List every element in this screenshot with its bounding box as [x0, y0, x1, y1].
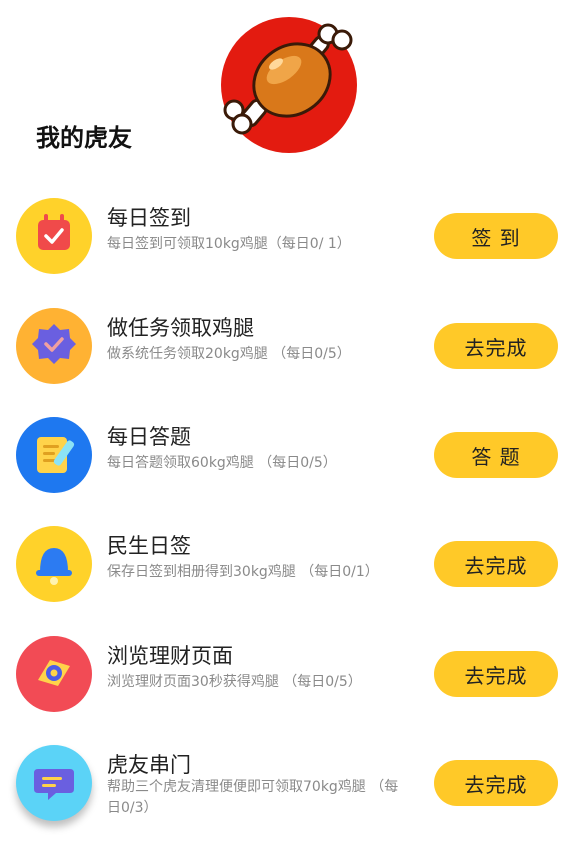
task-description: 帮助三个虎友清理便便即可领取70kg鸡腿 （每日0/3）: [107, 779, 399, 816]
badge-check-icon: [16, 308, 92, 384]
task-description: 保存日签到相册得到30kg鸡腿 （每日0/1）: [107, 564, 379, 580]
task-description: 浏览理财页面30秒获得鸡腿 （每日0/5）: [107, 674, 362, 690]
task-row: 浏览理财页面 浏览理财页面30秒获得鸡腿 （每日0/5） 去完成: [0, 636, 586, 736]
quiz-edit-icon: [16, 417, 92, 493]
sign-in-button[interactable]: 签 到: [434, 213, 558, 259]
go-complete-button[interactable]: 去完成: [434, 541, 558, 587]
header: 我的虎友: [0, 0, 586, 170]
task-title: 虎友串门: [107, 753, 191, 777]
drumstick-logo: [221, 17, 357, 153]
go-complete-button[interactable]: 去完成: [434, 323, 558, 369]
task-description: 每日答题领取60kg鸡腿 （每日0/5）: [107, 455, 337, 471]
task-row: 做任务领取鸡腿 做系统任务领取20kg鸡腿 （每日0/5） 去完成: [0, 308, 586, 408]
task-title: 每日签到: [107, 206, 191, 230]
task-title: 每日答题: [107, 425, 191, 449]
task-row: 虎友串门 帮助三个虎友清理便便即可领取70kg鸡腿 （每日0/3） 去完成: [0, 745, 586, 845]
bell-icon: [16, 526, 92, 602]
page-title: 我的虎友: [36, 124, 132, 152]
task-title: 浏览理财页面: [107, 644, 233, 668]
task-description: 做系统任务领取20kg鸡腿 （每日0/5）: [107, 346, 351, 362]
task-title: 民生日签: [107, 534, 191, 558]
go-complete-button[interactable]: 去完成: [434, 651, 558, 697]
task-title: 做任务领取鸡腿: [107, 316, 254, 340]
calendar-check-icon: [16, 198, 92, 274]
chat-icon: [16, 745, 92, 821]
task-row: 每日签到 每日签到可领取10kg鸡腿（每日0/ 1） 签 到: [0, 198, 586, 298]
go-complete-button[interactable]: 去完成: [434, 760, 558, 806]
task-row: 每日答题 每日答题领取60kg鸡腿 （每日0/5） 答 题: [0, 417, 586, 517]
task-description: 每日签到可领取10kg鸡腿（每日0/ 1）: [107, 236, 351, 252]
task-row: 民生日签 保存日签到相册得到30kg鸡腿 （每日0/1） 去完成: [0, 526, 586, 626]
compass-icon: [16, 636, 92, 712]
answer-quiz-button[interactable]: 答 题: [434, 432, 558, 478]
